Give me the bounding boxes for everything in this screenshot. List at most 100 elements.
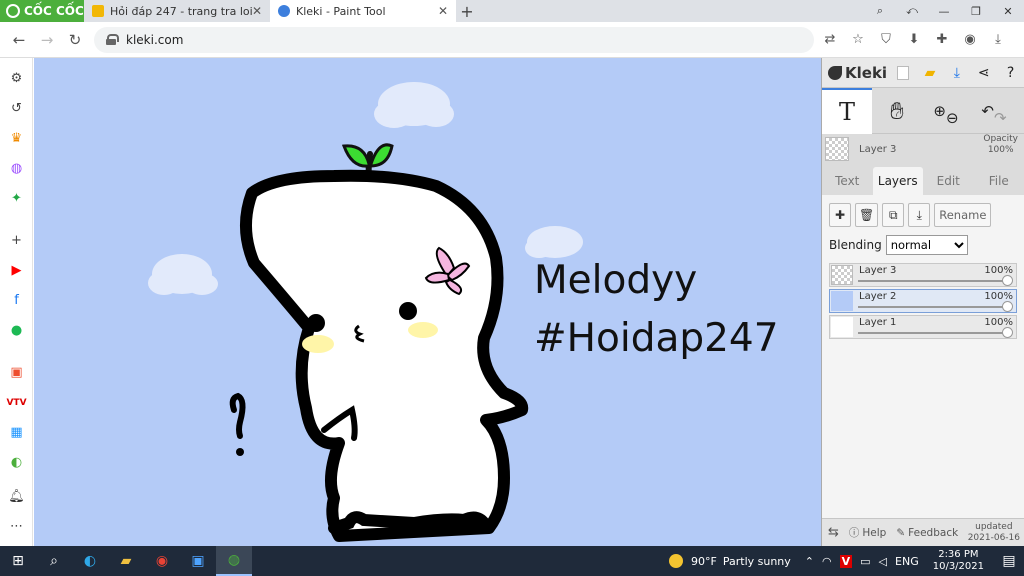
hand-tool-button[interactable]: ✋︎ xyxy=(872,88,922,134)
swap-sides-icon[interactable]: ⇆ xyxy=(828,525,839,540)
feedback-link[interactable]: ✎ Feedback xyxy=(896,527,958,539)
tab-layers[interactable]: Layers xyxy=(872,167,923,195)
slider-knob[interactable] xyxy=(1002,301,1013,312)
layer-item-1[interactable]: Layer 1 100% xyxy=(829,315,1017,339)
bookmark-star-icon[interactable]: ☆ xyxy=(844,27,872,53)
close-window-icon[interactable]: ✕ xyxy=(992,0,1024,22)
chevron-up-icon[interactable]: ⌃ xyxy=(805,555,814,568)
close-icon[interactable]: ✕ xyxy=(438,4,448,18)
zoom-buttons[interactable]: ⊕ ⊖ xyxy=(922,88,970,134)
redo-icon[interactable]: ↷ xyxy=(994,109,1007,127)
help-circle-icon[interactable]: ? xyxy=(997,58,1024,88)
tab-kleki[interactable]: Kleki - Paint Tool ✕ xyxy=(270,0,456,22)
profile-icon[interactable]: ◉ xyxy=(956,27,984,53)
tab-file[interactable]: File xyxy=(974,167,1024,195)
translate-icon[interactable]: ⇄ xyxy=(816,27,844,53)
weather-widget[interactable]: 90°F Partly sunny xyxy=(669,554,791,568)
vivaldi-icon[interactable]: V xyxy=(839,554,853,568)
forward-button[interactable]: → xyxy=(34,27,60,53)
file-explorer-icon[interactable]: ▰ xyxy=(108,546,144,576)
game-controller-icon[interactable]: ✦ xyxy=(7,189,26,208)
lock-icon xyxy=(106,34,119,45)
tiki-icon[interactable]: ▦ xyxy=(7,423,26,442)
back-button[interactable]: ← xyxy=(6,27,32,53)
start-button[interactable]: ⊞ xyxy=(0,546,36,576)
address-bar[interactable]: kleki.com xyxy=(94,26,814,53)
search-icon[interactable]: ⌕ xyxy=(36,546,72,576)
edge-icon[interactable]: ◐ xyxy=(72,546,108,576)
open-folder-icon[interactable]: ▰ xyxy=(917,58,944,88)
vtv-icon[interactable]: VTV xyxy=(6,393,26,412)
help-icon: ⓘ xyxy=(848,527,860,539)
add-shortcut-icon[interactable]: + xyxy=(7,231,26,250)
merge-layer-button[interactable]: ⤓ xyxy=(908,203,931,227)
minimize-icon[interactable]: — xyxy=(928,0,960,22)
downloads-icon[interactable]: ⤓ xyxy=(984,27,1012,53)
history-icon[interactable]: ↺ xyxy=(7,99,26,118)
delete-layer-button[interactable]: 🗑︎ xyxy=(855,203,879,227)
new-tab-button[interactable]: + xyxy=(456,0,478,22)
add-layer-button[interactable]: ✚ xyxy=(829,203,851,227)
rename-button[interactable]: Rename xyxy=(934,203,992,227)
layer-item-2[interactable]: Layer 2 100% xyxy=(829,289,1017,313)
extensions-icon[interactable]: ✚ xyxy=(928,27,956,53)
slider-knob[interactable] xyxy=(1002,275,1013,286)
blending-select[interactable]: normal xyxy=(885,235,968,255)
shield-icon[interactable]: ⛉ xyxy=(872,27,900,53)
slider-knob[interactable] xyxy=(1002,327,1013,338)
search-tabs-icon[interactable]: ⌕ xyxy=(864,0,896,22)
chrome-icon[interactable]: ◉ xyxy=(144,546,180,576)
photos-icon[interactable]: ▣ xyxy=(180,546,216,576)
time: 2:36 PM xyxy=(938,549,979,560)
youtube-icon[interactable]: ▶ xyxy=(7,261,26,280)
spotify-icon[interactable]: ● xyxy=(7,321,26,340)
character-body xyxy=(239,169,529,542)
tab-text[interactable]: Text xyxy=(822,167,873,195)
layer-item-3[interactable]: Layer 3 100% xyxy=(829,263,1017,287)
more-options-icon[interactable]: ⋯ xyxy=(7,517,26,536)
zoom-out-icon[interactable]: ⊖ xyxy=(946,109,959,127)
help-link[interactable]: ⓘ Help xyxy=(849,525,886,540)
volume-icon[interactable]: ◁ xyxy=(879,555,887,568)
coccoc-taskbar-icon[interactable]: ◍ xyxy=(216,546,252,576)
duplicate-layer-button[interactable]: ⧉ xyxy=(882,203,905,227)
new-image-icon[interactable] xyxy=(890,58,917,88)
layer-opacity-slider[interactable] xyxy=(858,306,1006,308)
shopee-icon[interactable]: ▣ xyxy=(7,363,26,382)
notification-bell-icon[interactable]: 🔔︎ xyxy=(7,487,26,506)
kleki-logo[interactable]: Kleki xyxy=(822,64,890,82)
zoom-in-icon[interactable]: ⊕ xyxy=(933,102,946,120)
close-icon[interactable]: ✕ xyxy=(252,4,262,18)
notification-center-icon[interactable]: ▤ xyxy=(994,546,1024,576)
undo-redo-buttons[interactable]: ↶ ↷ xyxy=(970,88,1018,134)
panel-footer: ⇆ ⓘ Help ✎ Feedback updated 2021-06-16 xyxy=(822,518,1024,546)
layer-thumbnail xyxy=(831,291,853,311)
messenger-icon[interactable]: ◍ xyxy=(7,159,26,178)
layer-opacity-slider[interactable] xyxy=(858,280,1006,282)
back-tab-icon[interactable]: ⤺ xyxy=(896,0,928,22)
undo-icon[interactable]: ↶ xyxy=(981,102,994,120)
facebook-icon[interactable]: f xyxy=(7,291,26,310)
layer-opacity-slider[interactable] xyxy=(858,332,1006,334)
coccoc-menu-button[interactable]: CỐC CỐC xyxy=(0,0,84,22)
drawing-canvas[interactable]: Melodyy #Hoidap247 xyxy=(34,58,821,546)
share-icon[interactable]: ⋖ xyxy=(970,58,997,88)
feedback-icon: ✎ xyxy=(896,526,906,539)
tab-hoidap[interactable]: Hỏi đáp 247 - trang tra loi ✕ xyxy=(84,0,270,22)
tab-edit[interactable]: Edit xyxy=(923,167,974,195)
layer-thumbnail xyxy=(831,317,853,337)
clock[interactable]: 2:36 PM 10/3/2021 xyxy=(933,549,984,573)
reload-button[interactable]: ↻ xyxy=(62,27,88,53)
kleki-logo-text: Kleki xyxy=(845,63,888,82)
restore-icon[interactable]: ❐ xyxy=(960,0,992,22)
battery-icon[interactable]: ▭ xyxy=(860,555,870,568)
settings-gear-icon[interactable]: ⚙ xyxy=(7,69,26,88)
crown-icon[interactable]: ♛ xyxy=(7,129,26,148)
text-tool-button[interactable]: T xyxy=(822,88,872,134)
download-icon[interactable]: ⤓ xyxy=(943,58,970,88)
download-page-icon[interactable]: ⬇ xyxy=(900,27,928,53)
language-indicator[interactable]: ENG xyxy=(895,555,919,568)
wifi-icon[interactable]: ◠ xyxy=(822,555,832,568)
cloud-icon xyxy=(525,226,583,258)
coccoc-app-icon[interactable]: ◐ xyxy=(7,453,26,472)
